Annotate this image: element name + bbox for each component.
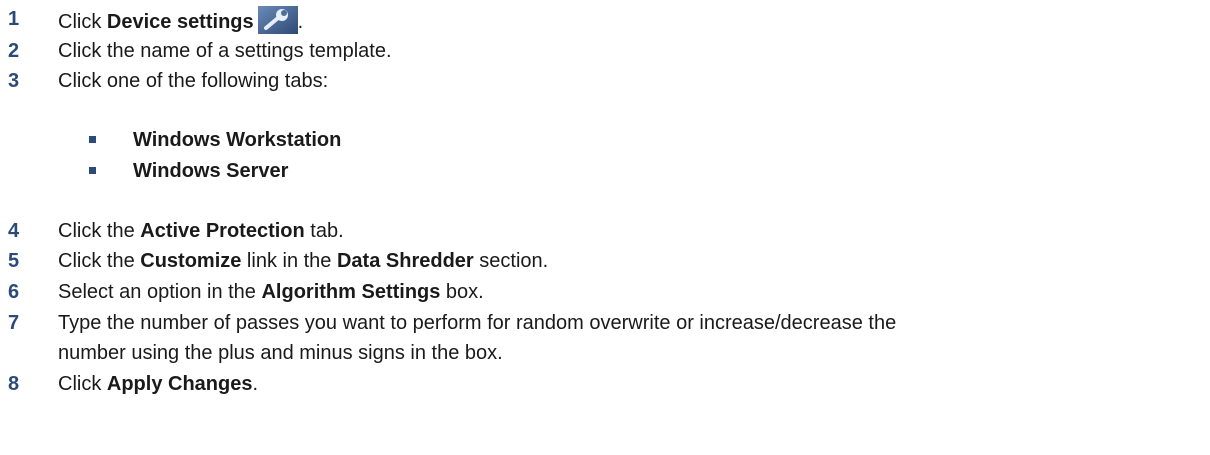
step-number: 6: [8, 281, 20, 303]
step-text: number using the plus and minus signs in…: [58, 342, 503, 364]
step-number: 8: [8, 373, 20, 395]
step-text: Click the Active Protection tab.: [58, 220, 344, 242]
step-number: 5: [8, 250, 20, 272]
step-text: Click Apply Changes.: [58, 373, 259, 395]
step-number: 4: [8, 220, 20, 242]
step-number: 1: [8, 8, 20, 30]
step-number: 3: [8, 70, 20, 92]
step-text: Click one of the following tabs:: [58, 70, 329, 92]
step-text: Click the Customize link in the Data Shr…: [58, 250, 549, 272]
step-text: Type the number of passes you want to pe…: [58, 312, 897, 334]
bullet-icon: [89, 136, 96, 143]
step-number: 2: [8, 40, 20, 62]
step-text: Click the name of a settings template.: [58, 40, 392, 62]
wrench-icon: [257, 6, 298, 34]
bullet-icon: [89, 167, 96, 174]
step-text: Select an option in the Algorithm Settin…: [58, 281, 484, 303]
step-text: Click Device settings .: [58, 6, 1190, 35]
step-number: 7: [8, 312, 20, 334]
